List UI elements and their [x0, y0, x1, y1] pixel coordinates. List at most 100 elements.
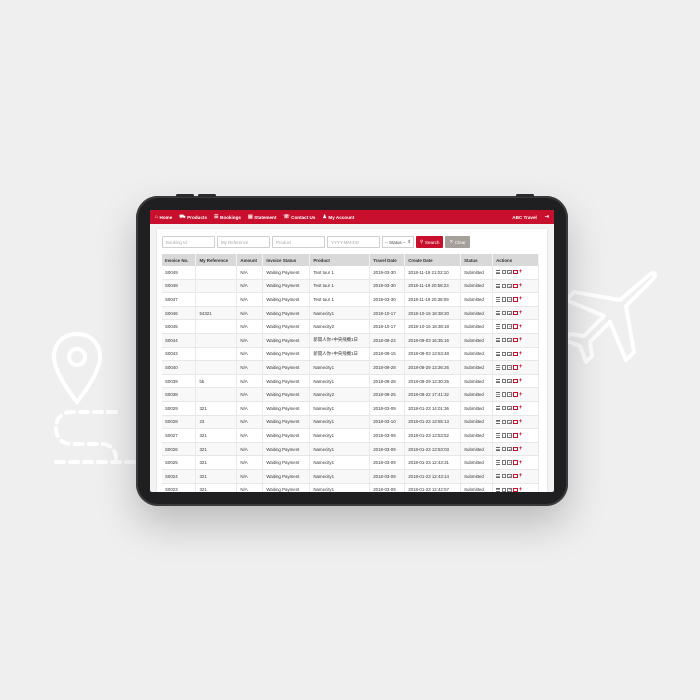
list-icon[interactable]	[496, 283, 501, 289]
edit-document-icon[interactable]	[507, 406, 512, 411]
add-icon[interactable]: +	[519, 419, 523, 425]
document-icon[interactable]	[501, 378, 507, 384]
add-icon[interactable]: +	[519, 351, 523, 357]
column-header[interactable]: Amount	[236, 254, 264, 266]
list-icon[interactable]	[496, 338, 501, 343]
calendar-icon[interactable]	[513, 365, 518, 370]
nav-item-bookings[interactable]: ☰ Bookings	[214, 214, 241, 220]
list-icon[interactable]	[496, 406, 501, 411]
document-icon[interactable]	[501, 487, 507, 492]
column-header[interactable]: Status	[460, 254, 494, 266]
calendar-icon[interactable]	[513, 392, 518, 397]
calendar-icon[interactable]	[513, 474, 518, 479]
column-header[interactable]: Product	[309, 254, 371, 266]
add-icon[interactable]: +	[519, 432, 523, 438]
edit-document-icon[interactable]	[507, 433, 512, 438]
document-icon[interactable]	[501, 446, 507, 452]
calendar-icon[interactable]	[513, 487, 518, 492]
calendar-icon[interactable]	[513, 338, 518, 343]
add-icon[interactable]: +	[519, 392, 523, 398]
my-reference-input[interactable]: My Reference	[217, 236, 270, 248]
edit-document-icon[interactable]	[507, 378, 512, 384]
edit-document-icon[interactable]	[507, 392, 512, 397]
add-icon[interactable]: +	[519, 283, 523, 289]
column-header[interactable]: My Reference	[195, 254, 238, 266]
add-icon[interactable]: +	[519, 296, 523, 302]
nav-item-contact-us[interactable]: ☏ Contact Us	[283, 214, 315, 220]
calendar-icon[interactable]	[513, 446, 518, 452]
document-icon[interactable]	[501, 338, 507, 343]
date-input[interactable]: YYYY-MM-DD	[327, 236, 380, 248]
add-icon[interactable]: +	[519, 460, 523, 466]
edit-document-icon[interactable]	[507, 460, 512, 465]
edit-document-icon[interactable]	[507, 487, 512, 492]
list-icon[interactable]	[496, 270, 501, 275]
document-icon[interactable]	[501, 474, 507, 479]
booking-id-input[interactable]: Booking Id	[162, 236, 215, 248]
nav-item-home[interactable]: ⌂ Home	[155, 214, 172, 220]
status-select[interactable]: -- Status -- ⇕	[382, 236, 414, 248]
edit-document-icon[interactable]	[507, 419, 512, 425]
list-icon[interactable]	[496, 378, 501, 384]
column-header[interactable]: Travel Date	[369, 254, 406, 266]
document-icon[interactable]	[501, 365, 507, 370]
edit-document-icon[interactable]	[507, 283, 512, 289]
document-icon[interactable]	[501, 406, 507, 411]
add-icon[interactable]: +	[519, 364, 523, 370]
add-icon[interactable]: +	[519, 269, 523, 275]
document-icon[interactable]	[501, 460, 507, 465]
edit-document-icon[interactable]	[507, 351, 512, 357]
calendar-icon[interactable]	[513, 283, 518, 289]
document-icon[interactable]	[501, 297, 507, 302]
add-icon[interactable]: +	[519, 324, 523, 330]
list-icon[interactable]	[496, 365, 501, 370]
list-icon[interactable]	[496, 392, 501, 397]
list-icon[interactable]	[496, 310, 501, 316]
list-icon[interactable]	[496, 419, 501, 425]
nav-item-products[interactable]: ⛟ Products	[179, 214, 207, 220]
document-icon[interactable]	[501, 270, 507, 275]
calendar-icon[interactable]	[513, 378, 518, 384]
edit-document-icon[interactable]	[507, 310, 512, 316]
edit-document-icon[interactable]	[507, 446, 512, 452]
list-icon[interactable]	[496, 446, 501, 452]
add-icon[interactable]: +	[519, 487, 523, 492]
list-icon[interactable]	[496, 487, 501, 492]
calendar-icon[interactable]	[513, 351, 518, 357]
column-header[interactable]: Invoice No.	[162, 254, 197, 266]
document-icon[interactable]	[501, 310, 507, 316]
list-icon[interactable]	[496, 460, 501, 465]
document-icon[interactable]	[501, 351, 507, 357]
column-header[interactable]: Actions	[492, 254, 539, 266]
edit-document-icon[interactable]	[507, 324, 512, 329]
product-input[interactable]: Product	[272, 236, 325, 248]
nav-item-my-account[interactable]: ♟ My Account	[322, 214, 354, 220]
edit-document-icon[interactable]	[507, 474, 512, 479]
document-icon[interactable]	[501, 324, 507, 329]
clear-button[interactable]: ✕ Clear	[445, 236, 470, 248]
edit-document-icon[interactable]	[507, 270, 512, 275]
list-icon[interactable]	[496, 324, 501, 329]
document-icon[interactable]	[501, 392, 507, 397]
add-icon[interactable]: +	[519, 310, 523, 316]
document-icon[interactable]	[501, 433, 507, 438]
search-button[interactable]: ⚲ Search	[416, 236, 444, 248]
list-icon[interactable]	[496, 297, 501, 302]
calendar-icon[interactable]	[513, 406, 518, 411]
brand-name[interactable]: ABC Travel	[512, 215, 537, 220]
list-icon[interactable]	[496, 351, 501, 357]
calendar-icon[interactable]	[513, 297, 518, 302]
add-icon[interactable]: +	[519, 473, 523, 479]
add-icon[interactable]: +	[519, 337, 523, 343]
calendar-icon[interactable]	[513, 270, 518, 275]
calendar-icon[interactable]	[513, 310, 518, 316]
column-header[interactable]: Create Date	[404, 254, 462, 266]
edit-document-icon[interactable]	[507, 365, 512, 370]
add-icon[interactable]: +	[519, 446, 523, 452]
calendar-icon[interactable]	[513, 324, 518, 329]
calendar-icon[interactable]	[513, 419, 518, 425]
calendar-icon[interactable]	[513, 433, 518, 438]
add-icon[interactable]: +	[519, 378, 523, 384]
list-icon[interactable]	[496, 474, 501, 479]
calendar-icon[interactable]	[513, 460, 518, 465]
